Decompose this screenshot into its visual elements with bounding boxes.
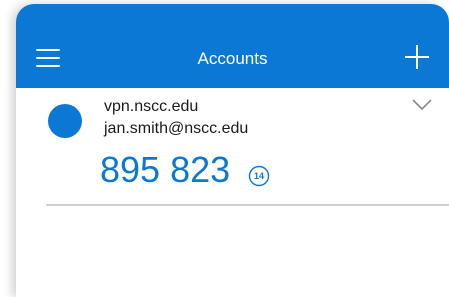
code-timer: 14 <box>248 165 270 187</box>
verification-code[interactable]: 895 823 <box>100 150 230 190</box>
add-account-button[interactable] <box>404 44 430 70</box>
app-header: Accounts <box>16 4 449 88</box>
account-issuer: vpn.nscc.edu <box>104 98 199 115</box>
chevron-down-icon[interactable] <box>412 98 432 112</box>
plus-icon-bar <box>405 56 429 58</box>
account-avatar <box>48 104 82 138</box>
account-username: jan.smith@nscc.edu <box>104 120 249 137</box>
timer-seconds: 14 <box>253 171 264 181</box>
app-window: Accounts vpn.nscc.edu jan.smith@nscc.edu… <box>16 4 449 297</box>
account-list-item[interactable]: vpn.nscc.edu jan.smith@nscc.edu 895 823 … <box>16 88 449 206</box>
list-divider <box>46 204 449 206</box>
page-title: Accounts <box>197 49 268 68</box>
